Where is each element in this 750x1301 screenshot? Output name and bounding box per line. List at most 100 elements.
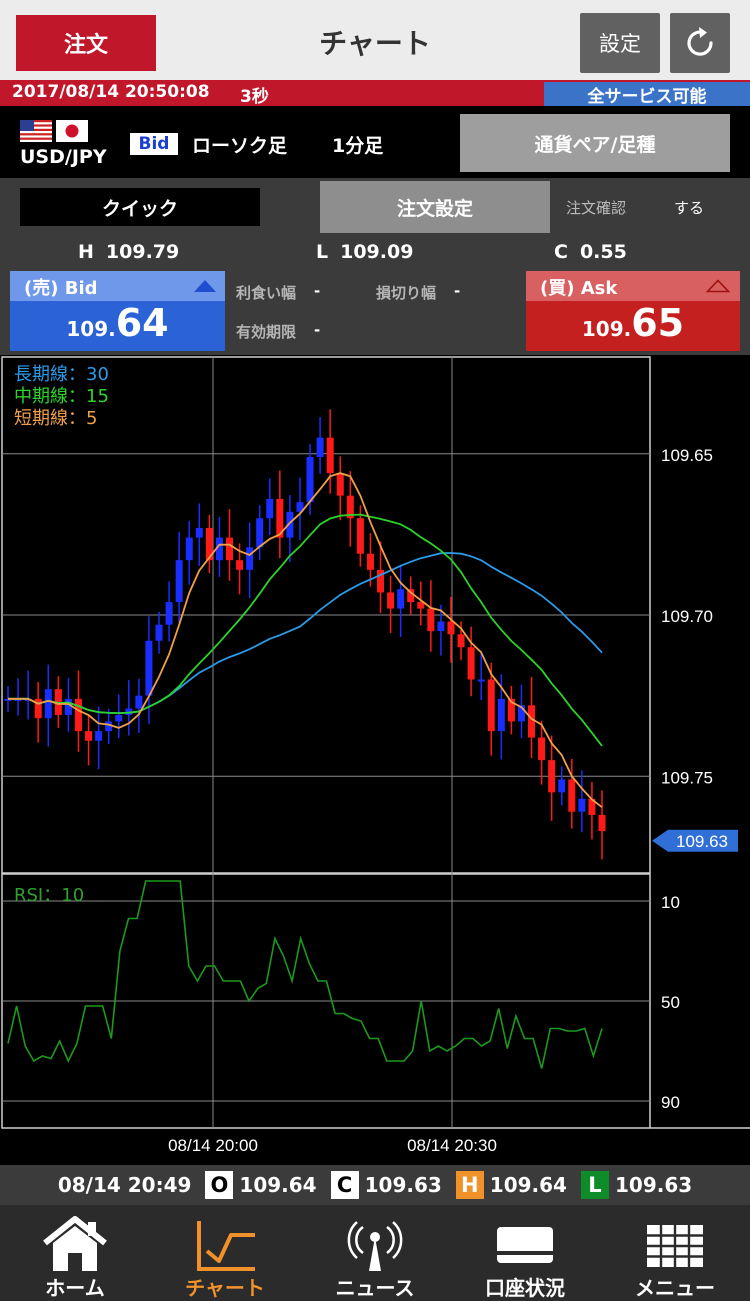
broadcast-icon	[347, 1221, 403, 1271]
buy-label: (買) Ask	[540, 278, 618, 299]
high-key-tag: H	[455, 1171, 484, 1199]
ma-long-line	[8, 552, 603, 715]
refresh-icon	[687, 27, 713, 56]
rsi-tick-label: 90	[661, 1093, 680, 1112]
sell-bid-button[interactable]: (売) Bid 109.64	[10, 271, 225, 351]
change-key: C	[554, 241, 568, 263]
nav-news[interactable]: ニュース	[300, 1205, 450, 1301]
legend-mid-ma: 中期線：15	[14, 386, 109, 407]
candle-body	[306, 456, 314, 503]
buy-ask-button[interactable]: (買) Ask 109.65	[526, 271, 740, 351]
candle-body	[44, 689, 52, 719]
candle-body	[558, 779, 566, 793]
legend-short-ma: 短期線：5	[14, 408, 98, 429]
order-settings-tab[interactable]: 注文設定	[320, 181, 550, 233]
service-status-badge: 全サービス可能	[544, 82, 750, 107]
chart-type-label: ローソク足	[192, 135, 288, 157]
candle-body	[64, 698, 72, 715]
candle-body	[135, 695, 143, 709]
candle-body	[568, 779, 576, 812]
nav-menu-label: メニュー	[635, 1276, 715, 1300]
sell-price-big: 64	[115, 301, 169, 345]
take-profit-value[interactable]: -	[314, 282, 320, 300]
app-header: 注文 チャート 設定	[0, 0, 750, 80]
day-change: C 0.55	[554, 241, 627, 263]
chart-canvas[interactable]: 109.75 109.70 109.65 08/14 20:00 08/14 20:30…	[0, 355, 750, 1165]
triangle-up-outline-icon	[706, 279, 730, 293]
order-button[interactable]: 注文	[16, 15, 156, 71]
chart-icon	[197, 1221, 255, 1271]
candle-body	[316, 437, 324, 457]
candle-body	[497, 698, 505, 732]
candle-body	[236, 560, 244, 570]
nav-account[interactable]: 口座状況	[450, 1205, 600, 1301]
open-key: O	[205, 1171, 234, 1199]
candle-body	[225, 537, 233, 561]
rsi-tick-label: 10	[661, 893, 680, 912]
candle-body	[427, 608, 435, 632]
low-value: 109.09	[340, 241, 414, 263]
low-key-tag: L	[580, 1171, 609, 1199]
order-panel: クイック 注文設定 注文確認 する H 109.79 L 109.09 C 0.55 …	[0, 178, 750, 355]
rsi-line	[7, 880, 603, 1069]
low-summary-value: 109.63	[614, 1173, 693, 1197]
candle-body	[85, 731, 93, 741]
timeframe-label: 1分足	[332, 135, 384, 157]
ohlc-summary: 08/14 20:49 O 109.64 C 109.63 H 109.64 L…	[0, 1165, 750, 1205]
price-chart[interactable]: 109.75 109.70 109.65 08/14 20:00 08/14 20:30…	[0, 355, 750, 1165]
candle-body	[598, 814, 606, 832]
sell-price-small: 109.	[66, 317, 116, 341]
ma-legend: 長期線：30 中期線：15 短期線：5	[14, 364, 109, 430]
update-interval: 3秒	[240, 87, 269, 107]
candle-body	[447, 621, 455, 635]
close-key: C	[330, 1171, 359, 1199]
candle-body	[195, 527, 203, 538]
time-tick-label: 08/14 20:30	[407, 1136, 497, 1155]
triangle-up-icon	[194, 280, 216, 292]
high-key: H	[78, 241, 94, 263]
candle-body	[175, 560, 183, 603]
order-confirm-label: 注文確認	[566, 199, 627, 217]
price-tick-label: 109.75	[661, 768, 713, 787]
expiry-value[interactable]: -	[314, 321, 320, 339]
candle-body	[145, 640, 153, 696]
change-value: 0.55	[579, 241, 627, 263]
candle-body	[74, 698, 82, 732]
pair-timeframe-button[interactable]: 通貨ペア/足種	[460, 114, 730, 172]
refresh-button[interactable]	[670, 13, 730, 73]
candle-body	[457, 634, 465, 648]
expiry-label: 有効期限	[236, 323, 297, 341]
candle-body	[387, 592, 395, 609]
candle-body	[95, 731, 103, 741]
nav-news-label: ニュース	[335, 1276, 415, 1300]
nav-home-label: ホーム	[45, 1276, 105, 1300]
quick-tab[interactable]: クイック	[20, 188, 260, 226]
rate-type-badge: Bid	[130, 133, 178, 155]
buy-price: 109.65	[526, 301, 740, 345]
candle-body	[336, 473, 344, 496]
bottom-nav: ホーム チャート ニュース 口座状況 メニュー	[0, 1205, 750, 1301]
candle-body	[266, 498, 274, 519]
nav-chart[interactable]: チャート	[150, 1205, 300, 1301]
candle-body	[366, 553, 374, 570]
nav-chart-label: チャート	[185, 1276, 265, 1300]
usd-jpy-flags-icon	[20, 120, 88, 142]
ohlc-time: 08/14 20:49	[57, 1173, 192, 1197]
price-tick-label: 109.70	[661, 607, 713, 626]
time-tick-label: 08/14 20:00	[168, 1136, 258, 1155]
settings-button[interactable]: 設定	[580, 13, 660, 73]
nav-menu[interactable]: メニュー	[600, 1205, 750, 1301]
sell-price: 109.64	[10, 301, 225, 345]
stop-loss-value[interactable]: -	[454, 282, 460, 300]
sell-label: (売) Bid	[24, 278, 98, 299]
close-value: 109.63	[364, 1173, 442, 1197]
rsi-label: RSI：10	[14, 885, 85, 906]
candle-body	[185, 537, 193, 561]
rsi-tick-label: 50	[661, 993, 680, 1012]
order-confirm-toggle[interactable]: する	[674, 197, 704, 218]
candle-body	[548, 760, 556, 793]
candle-body	[397, 589, 405, 609]
candle-body	[155, 624, 163, 641]
nav-home[interactable]: ホーム	[0, 1205, 150, 1301]
home-icon	[43, 1216, 107, 1271]
